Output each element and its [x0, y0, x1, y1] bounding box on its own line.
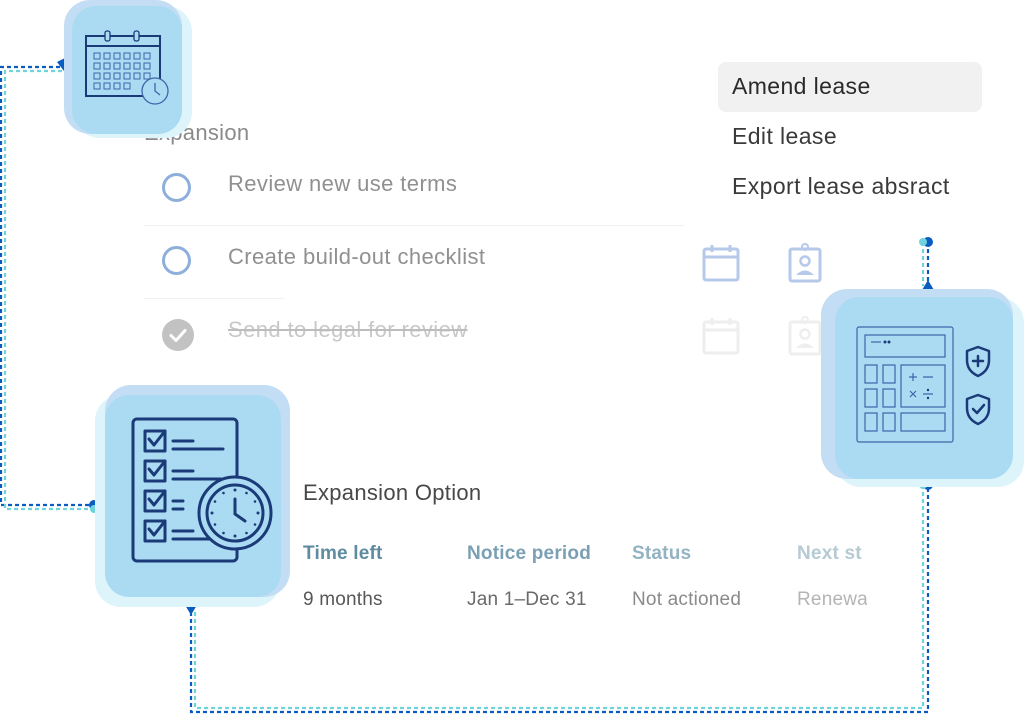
value-time-left: 9 months — [303, 589, 383, 610]
checklist-clock-icon — [131, 417, 273, 563]
option-title: Expansion Option — [303, 480, 482, 505]
column-header-time-left: Time left — [303, 543, 383, 564]
task-label: Review new use terms — [228, 171, 458, 196]
task-label: Send to legal for review — [228, 317, 468, 342]
contact-badge-icon[interactable] — [788, 316, 822, 356]
contact-badge-icon[interactable] — [788, 243, 822, 283]
task-divider — [144, 298, 284, 299]
task-checkbox-unchecked[interactable] — [162, 173, 191, 202]
task-checkbox-unchecked[interactable] — [162, 246, 191, 275]
task-divider — [144, 225, 684, 226]
task-label: Create build-out checklist — [228, 244, 486, 269]
value-status: Not actioned — [632, 589, 742, 610]
calendar-tile — [64, 0, 192, 140]
value-notice-period: Jan 1–Dec 31 — [467, 589, 587, 610]
task-checkbox-checked[interactable] — [162, 319, 194, 351]
task-row[interactable]: Create build-out checklist — [144, 228, 684, 300]
checkmark-icon — [169, 329, 187, 342]
calendar-clock-icon — [85, 30, 169, 105]
menu-item-edit-lease[interactable]: Edit lease — [718, 112, 982, 162]
column-header-status: Status — [632, 543, 692, 564]
task-row[interactable]: Review new use terms — [144, 155, 684, 227]
calendar-icon[interactable] — [702, 316, 740, 356]
calculator-shield-icon — [856, 326, 991, 443]
menu-item-export-lease-abstract[interactable]: Export lease absract — [718, 162, 982, 212]
menu-item-label: Amend lease — [732, 73, 871, 99]
task-row[interactable]: Send to legal for review — [144, 301, 684, 373]
value-next-step: Renewa — [797, 589, 867, 610]
checklist-tile — [95, 385, 290, 607]
column-header-notice-period: Notice period — [467, 543, 592, 564]
calculator-tile — [821, 289, 1024, 487]
connector-dot-top-teal — [919, 238, 927, 246]
menu-item-label: Edit lease — [732, 123, 838, 149]
calendar-icon[interactable] — [702, 243, 740, 283]
menu-item-label: Export lease absract — [732, 173, 950, 199]
column-header-next-step: Next st — [797, 543, 862, 564]
menu-item-amend-lease[interactable]: Amend lease — [718, 62, 982, 112]
